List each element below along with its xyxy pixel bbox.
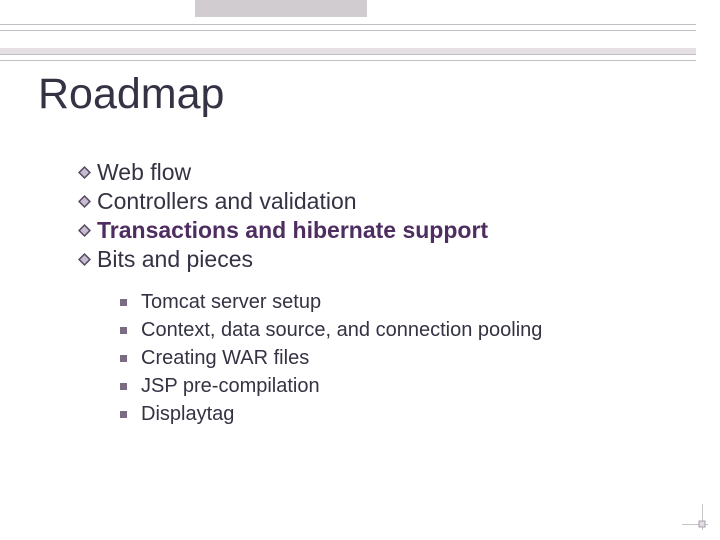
list-item: Web flow [78, 158, 542, 187]
sub-list-item: Displaytag [120, 400, 542, 428]
list-item: Controllers and validation [78, 187, 542, 216]
rule-line [0, 24, 696, 26]
sub-list-item-text: JSP pre-compilation [141, 372, 320, 400]
rule-line [0, 60, 696, 62]
list-item-text: Web flow [97, 158, 191, 187]
diamond-bullet-icon [78, 253, 91, 266]
sub-list-item-text: Creating WAR files [141, 344, 309, 372]
sub-list-item-text: Displaytag [141, 400, 234, 428]
square-bullet-icon [120, 355, 127, 362]
sub-list-item-text: Tomcat server setup [141, 288, 321, 316]
rule-line [0, 30, 696, 32]
square-bullet-icon [120, 411, 127, 418]
slide: Roadmap Web flow Controllers and validat… [0, 0, 720, 540]
diamond-bullet-icon [78, 195, 91, 208]
slide-body: Web flow Controllers and validation Tran… [78, 158, 542, 428]
diamond-bullet-icon [78, 224, 91, 237]
list-item: Bits and pieces [78, 245, 542, 274]
square-bullet-icon [120, 383, 127, 390]
diamond-bullet-icon [78, 166, 91, 179]
slide-title: Roadmap [38, 70, 224, 119]
list-item-text: Controllers and validation [97, 187, 357, 216]
square-bullet-icon [120, 299, 127, 306]
sub-list-item: JSP pre-compilation [120, 372, 542, 400]
sub-list: Tomcat server setup Context, data source… [120, 288, 542, 428]
list-item-text: Transactions and hibernate support [97, 216, 488, 245]
rule-line [0, 54, 696, 56]
sub-list-item: Context, data source, and connection poo… [120, 316, 542, 344]
list-item-current: Transactions and hibernate support [78, 216, 542, 245]
corner-ornament-icon [682, 504, 708, 530]
list-item-text: Bits and pieces [97, 245, 253, 274]
sub-list-item: Creating WAR files [120, 344, 542, 372]
sub-list-item-text: Context, data source, and connection poo… [141, 316, 542, 344]
sub-list-item: Tomcat server setup [120, 288, 542, 316]
decorative-top-bar [195, 0, 367, 17]
square-bullet-icon [120, 327, 127, 334]
